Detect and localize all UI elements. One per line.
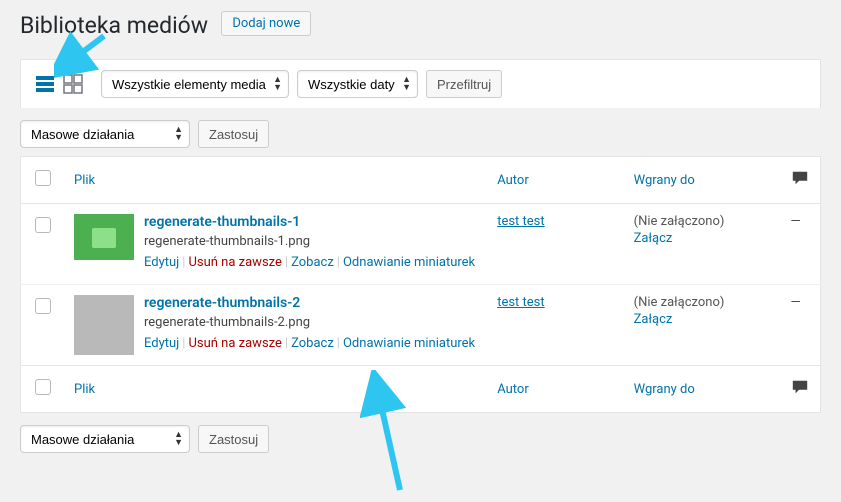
delete-link[interactable]: Usuń na zawsze bbox=[188, 255, 281, 270]
not-attached-label: (Nie załączono) bbox=[634, 295, 725, 310]
comments-cell: — bbox=[791, 295, 801, 310]
date-filter[interactable]: Wszystkie daty bbox=[297, 70, 418, 98]
page-title: Biblioteka mediów bbox=[20, 12, 208, 39]
bulk-action-select[interactable]: Masowe działania bbox=[20, 120, 190, 148]
col-author-header[interactable]: Autor bbox=[497, 382, 529, 397]
thumbnail-icon[interactable] bbox=[74, 214, 134, 274]
comments-cell: — bbox=[791, 214, 801, 229]
delete-link[interactable]: Usuń na zawsze bbox=[188, 336, 281, 351]
file-name-label: regenerate-thumbnails-1.png bbox=[144, 234, 477, 249]
regenerate-link[interactable]: Odnawianie miniaturek bbox=[343, 336, 475, 351]
thumbnail-icon[interactable] bbox=[74, 295, 134, 355]
grid-view-icon[interactable] bbox=[59, 70, 87, 98]
filter-bar: Wszystkie elementy media ▲▼ Wszystkie da… bbox=[20, 59, 821, 108]
comments-icon bbox=[791, 378, 809, 396]
not-attached-label: (Nie załączono) bbox=[634, 214, 725, 229]
comments-icon bbox=[791, 169, 809, 187]
media-type-filter[interactable]: Wszystkie elementy media bbox=[101, 70, 289, 98]
select-all-checkbox-bottom[interactable] bbox=[35, 379, 51, 395]
bulk-action-select-bottom[interactable]: Masowe działania bbox=[20, 425, 190, 453]
row-checkbox[interactable] bbox=[35, 298, 51, 314]
table-row: regenerate-thumbnails-1 regenerate-thumb… bbox=[21, 204, 821, 285]
bulk-actions-bottom: Masowe działania ▲▼ Zastosuj bbox=[20, 425, 821, 453]
author-link[interactable]: test test bbox=[497, 295, 544, 310]
col-file-header[interactable]: Plik bbox=[74, 382, 95, 397]
col-author-header[interactable]: Autor bbox=[497, 173, 529, 188]
attach-link[interactable]: Załącz bbox=[634, 231, 771, 246]
view-link[interactable]: Zobacz bbox=[291, 255, 334, 270]
media-table: Plik Autor Wgrany do regenerate-thumbnai… bbox=[20, 156, 821, 413]
edit-link[interactable]: Edytuj bbox=[144, 255, 179, 270]
col-file-header[interactable]: Plik bbox=[74, 173, 95, 188]
row-actions: Edytuj|Usuń na zawsze|Zobacz|Odnawianie … bbox=[144, 336, 477, 351]
table-row: regenerate-thumbnails-2 regenerate-thumb… bbox=[21, 285, 821, 366]
list-view-icon[interactable] bbox=[31, 70, 59, 98]
author-link[interactable]: test test bbox=[497, 214, 544, 229]
file-name-label: regenerate-thumbnails-2.png bbox=[144, 315, 477, 330]
file-title-link[interactable]: regenerate-thumbnails-2 bbox=[144, 295, 477, 311]
col-uploaded-header[interactable]: Wgrany do bbox=[634, 382, 695, 397]
regenerate-link[interactable]: Odnawianie miniaturek bbox=[343, 255, 475, 270]
bulk-actions-top: Masowe działania ▲▼ Zastosuj bbox=[20, 120, 821, 148]
bulk-apply-button[interactable]: Zastosuj bbox=[198, 120, 269, 148]
bulk-apply-button-bottom[interactable]: Zastosuj bbox=[198, 425, 269, 453]
add-new-button[interactable]: Dodaj nowe bbox=[221, 11, 311, 36]
row-checkbox[interactable] bbox=[35, 217, 51, 233]
filter-button[interactable]: Przefiltruj bbox=[426, 70, 502, 98]
attach-link[interactable]: Załącz bbox=[634, 312, 771, 327]
edit-link[interactable]: Edytuj bbox=[144, 336, 179, 351]
select-all-checkbox[interactable] bbox=[35, 170, 51, 186]
row-actions: Edytuj|Usuń na zawsze|Zobacz|Odnawianie … bbox=[144, 255, 477, 270]
file-title-link[interactable]: regenerate-thumbnails-1 bbox=[144, 214, 477, 230]
view-link[interactable]: Zobacz bbox=[291, 336, 334, 351]
col-uploaded-header[interactable]: Wgrany do bbox=[634, 173, 695, 188]
view-toggle bbox=[31, 70, 87, 98]
